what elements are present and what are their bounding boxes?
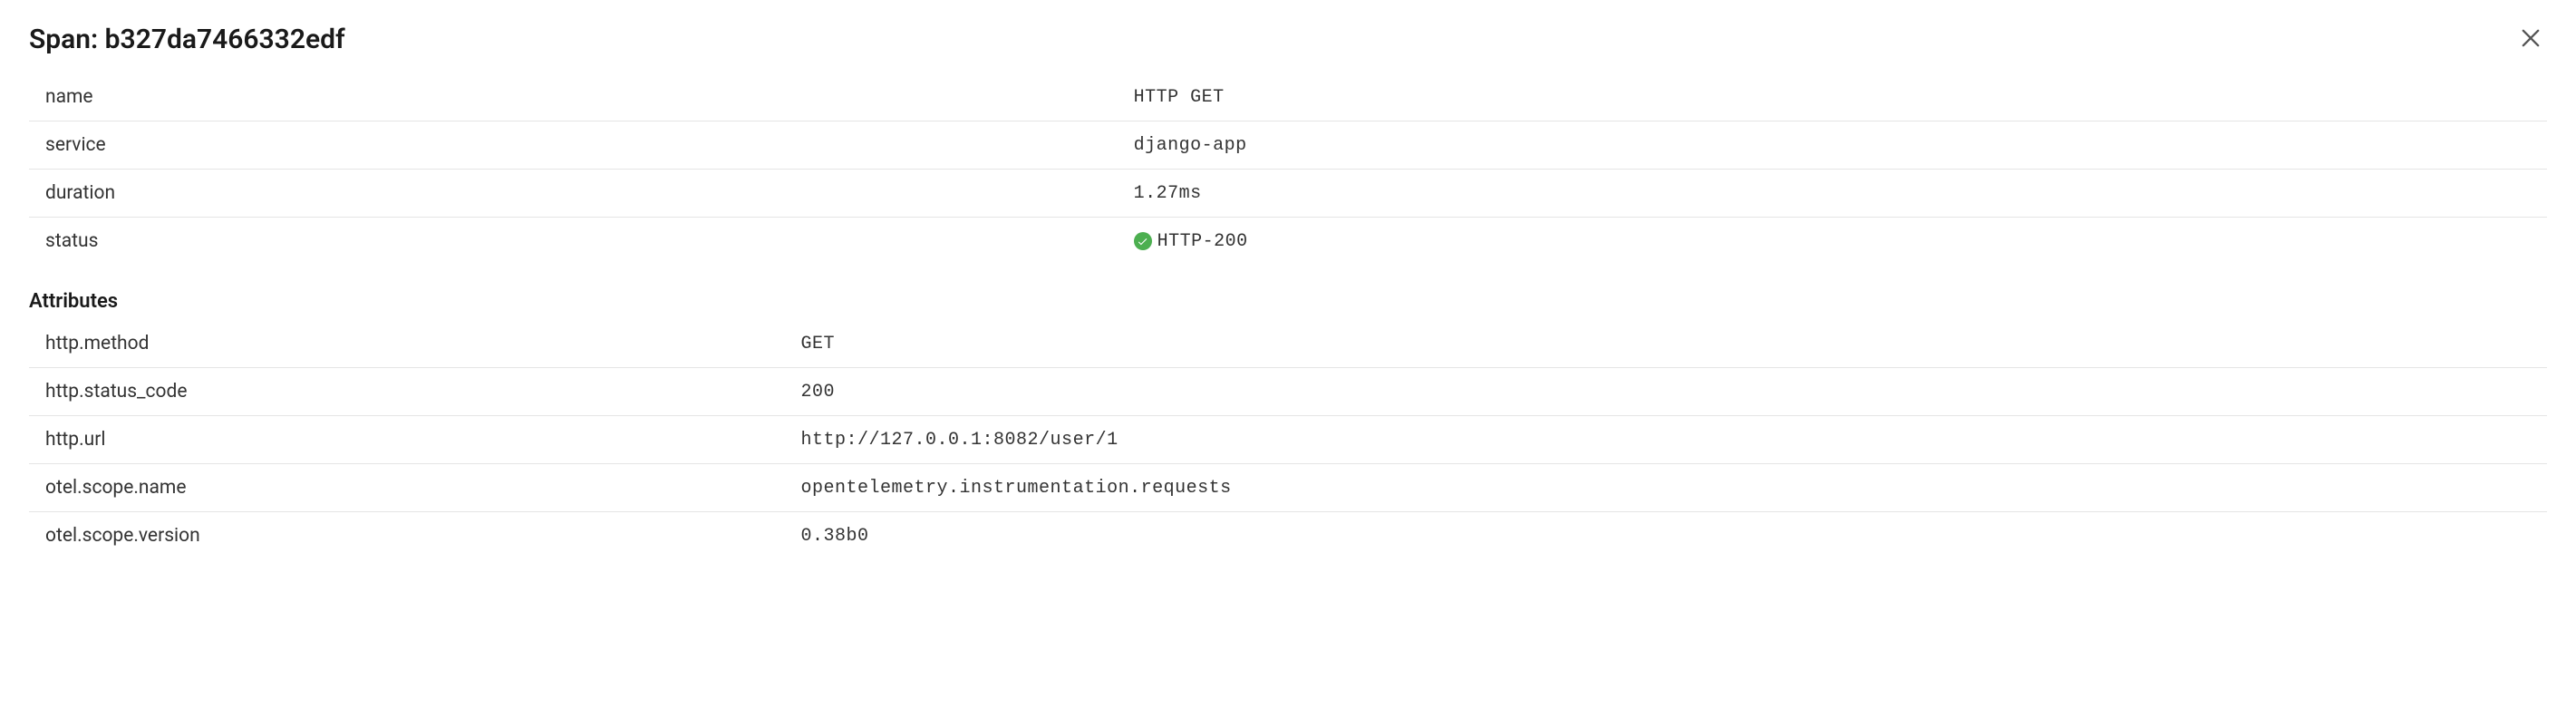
summary-value: 1.27ms	[1134, 183, 1202, 204]
summary-value-text: django-app	[1134, 135, 1247, 156]
summary-row: duration1.27ms	[29, 170, 2547, 218]
attribute-value: 200	[801, 382, 836, 403]
summary-value: django-app	[1134, 135, 1247, 156]
attribute-row: otel.scope.version0.38b0	[29, 512, 2547, 559]
attribute-value: opentelemetry.instrumentation.requests	[801, 478, 1232, 499]
attribute-value: GET	[801, 334, 836, 354]
summary-row: servicedjango-app	[29, 121, 2547, 170]
check-circle-icon	[1134, 232, 1152, 250]
summary-row: nameHTTP GET	[29, 73, 2547, 121]
attribute-key: otel.scope.name	[45, 477, 801, 499]
summary-value-text: HTTP GET	[1134, 87, 1225, 108]
attribute-row: http.methodGET	[29, 320, 2547, 368]
summary-key: status	[45, 230, 1134, 252]
header: Span: b327da7466332edf	[29, 22, 2547, 57]
summary-value-text: 1.27ms	[1134, 183, 1202, 204]
summary-key: service	[45, 134, 1134, 156]
summary-row: status HTTP-200	[29, 218, 2547, 265]
summary-section: nameHTTP GETservicedjango-appduration1.2…	[29, 73, 2547, 265]
attribute-row: http.status_code200	[29, 368, 2547, 416]
close-icon	[2518, 25, 2543, 53]
attribute-value: 0.38b0	[801, 526, 869, 547]
attribute-row: otel.scope.nameopentelemetry.instrumenta…	[29, 464, 2547, 512]
summary-key: name	[45, 86, 1134, 108]
attributes-title: Attributes	[29, 290, 2547, 313]
attribute-key: otel.scope.version	[45, 525, 801, 547]
attribute-key: http.method	[45, 333, 801, 354]
attribute-value: http://127.0.0.1:8082/user/1	[801, 430, 1119, 451]
summary-value-text: HTTP-200	[1157, 231, 1248, 252]
page-title: Span: b327da7466332edf	[29, 24, 345, 55]
attributes-section: Attributes http.methodGEThttp.status_cod…	[29, 290, 2547, 559]
attribute-key: http.url	[45, 429, 801, 451]
summary-key: duration	[45, 182, 1134, 204]
attribute-key: http.status_code	[45, 381, 801, 403]
summary-value: HTTP GET	[1134, 87, 1225, 108]
attribute-row: http.urlhttp://127.0.0.1:8082/user/1	[29, 416, 2547, 464]
summary-value: HTTP-200	[1134, 231, 1248, 252]
close-button[interactable]	[2514, 22, 2547, 57]
